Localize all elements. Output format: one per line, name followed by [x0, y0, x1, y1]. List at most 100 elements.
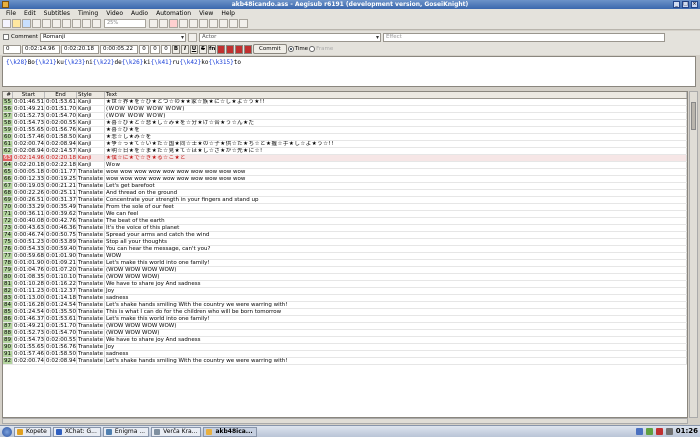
table-row[interactable]: 62 0:02:08.94 0:02:14.57 Kanji ★明☆日★を☆ま★た☆見★…	[3, 148, 687, 155]
table-row[interactable]: 89 0:01:54.73 0:02:00.55 Translate We have t…	[3, 337, 687, 344]
strikeout-button[interactable]: S	[199, 44, 207, 54]
end-time-field[interactable]: 0:02:20.18	[61, 44, 99, 54]
table-row[interactable]: 82 0:01:11.23 0:01:12.37 Translate Joy	[3, 288, 687, 295]
commit-button[interactable]: Commit	[253, 44, 287, 54]
margin-vertical-field[interactable]: 0	[161, 44, 171, 54]
menu-timing[interactable]: Timing	[74, 9, 102, 18]
flag-icon[interactable]	[655, 428, 663, 435]
table-row[interactable]: 73 0:00:43.63 0:00:46.36 Translate It's the …	[3, 225, 687, 232]
table-row[interactable]: 72 0:00:40.08 0:00:42.76 Translate The beat …	[3, 218, 687, 225]
replace-icon[interactable]	[159, 19, 168, 28]
styles-manager-icon[interactable]	[169, 19, 178, 28]
table-row[interactable]: 60 0:01:57.46 0:01:58.50 Kanji ★悲☆し★み☆を	[3, 134, 687, 141]
start-time-field[interactable]: 0:02:14.96	[22, 44, 60, 54]
table-row[interactable]: 58 0:01:54.73 0:02:00.55 Kanji ★喜☆び★と☆悲★し☆み★…	[3, 120, 687, 127]
open-audio-icon[interactable]	[42, 19, 51, 28]
jump-icon[interactable]	[82, 19, 91, 28]
open-video-icon[interactable]	[32, 19, 41, 28]
header-style[interactable]: Style	[77, 92, 105, 98]
header-end[interactable]: End	[45, 92, 77, 98]
font-button[interactable]: fn	[208, 44, 216, 54]
menu-audio[interactable]: Audio	[127, 9, 152, 18]
shadow-color-button[interactable]	[244, 44, 252, 54]
new-file-icon[interactable]	[2, 19, 11, 28]
menu-view[interactable]: View	[195, 9, 217, 18]
menu-subtitles[interactable]: Subtitles	[40, 9, 74, 18]
table-row[interactable]: 84 0:01:16.28 0:01:24.54 Translate Let's sha…	[3, 302, 687, 309]
table-row[interactable]: 83 0:01:13.00 0:01:14.18 Translate sadness	[3, 295, 687, 302]
secondary-color-button[interactable]	[226, 44, 234, 54]
actor-select[interactable]: Actor	[198, 32, 381, 42]
table-row[interactable]: 91 0:01:57.46 0:01:58.50 Translate sadness	[3, 351, 687, 358]
table-row[interactable]: 74 0:00:46.74 0:00:50.75 Translate Spread yo…	[3, 232, 687, 239]
taskbar-button[interactable]: Verča Kra...	[151, 426, 202, 437]
table-row[interactable]: 90 0:01:55.65 0:01:56.76 Translate Joy	[3, 344, 687, 351]
header-number[interactable]: #	[3, 92, 13, 98]
grid-vertical-scrollbar[interactable]	[689, 91, 698, 418]
comment-checkbox[interactable]	[3, 34, 9, 40]
table-row[interactable]: 64 0:02:20.18 0:02:22.18 Kanji Wow	[3, 162, 687, 169]
updates-icon[interactable]	[645, 428, 653, 435]
table-row[interactable]: 75 0:00:51.23 0:00:53.89 Translate Stop all …	[3, 239, 687, 246]
table-row[interactable]: 70 0:00:33.29 0:00:35.49 Translate From the …	[3, 204, 687, 211]
table-row[interactable]: 69 0:00:26.51 0:00:31.37 Translate Concentra…	[3, 197, 687, 204]
kanji-timer-icon[interactable]	[189, 19, 198, 28]
table-row[interactable]: 66 0:00:12.33 0:00:19.25 Translate wow wow w…	[3, 176, 687, 183]
layer-field[interactable]: 0	[3, 44, 21, 54]
fonts-collector-icon[interactable]	[72, 19, 81, 28]
window-titlebar[interactable]: akb48icando.ass - Aegisub r6191 (develop…	[0, 0, 700, 9]
italic-button[interactable]: I	[181, 44, 189, 54]
table-row[interactable]: 76 0:00:54.33 0:00:59.40 Translate You can h…	[3, 246, 687, 253]
volume-icon[interactable]	[665, 428, 673, 435]
table-row[interactable]: 77 0:00:59.68 0:01:01.90 Translate WOW	[3, 253, 687, 260]
save-icon[interactable]	[22, 19, 31, 28]
table-row[interactable]: 68 0:00:22.26 0:00:25.11 Translate And threa…	[3, 190, 687, 197]
table-row-selected[interactable]: 63 0:02:14.96 0:02:20.18 Kanji ★僕☆に★で☆き★る☆こ★…	[3, 155, 687, 162]
header-start[interactable]: Start	[13, 92, 45, 98]
app-icon[interactable]	[2, 1, 9, 8]
table-row[interactable]: 57 0:01:52.73 0:01:54.70 Kanji (WOW WOW WOW)	[3, 113, 687, 120]
zoom-in-icon[interactable]	[92, 19, 101, 28]
menu-video[interactable]: Video	[102, 9, 127, 18]
properties-icon[interactable]	[52, 19, 61, 28]
subtitle-text-editor[interactable]: {\k28}Bo{\k21}ku{\k23}ni{\k22}de{\k26}ki…	[2, 56, 696, 87]
table-row[interactable]: 88 0:01:52.73 0:01:54.70 Translate (WOW WOW …	[3, 330, 687, 337]
table-row[interactable]: 59 0:01:55.65 0:01:56.76 Kanji ★喜☆び★を	[3, 127, 687, 134]
table-row[interactable]: 65 0:00:05.18 0:00:11.77 Translate wow wow w…	[3, 169, 687, 176]
table-row[interactable]: 87 0:01:49.21 0:01:51.70 Translate (WOW WOW …	[3, 323, 687, 330]
options-icon[interactable]	[219, 19, 228, 28]
grid-horizontal-scrollbar[interactable]	[2, 418, 688, 424]
zoom-select[interactable]: 25%	[104, 19, 146, 28]
scrollbar-thumb[interactable]	[691, 102, 696, 130]
resample-icon[interactable]	[199, 19, 208, 28]
frame-radio[interactable]	[309, 46, 316, 52]
table-row[interactable]: 61 0:02:00.74 0:02:08.94 Kanji ★争☆っ★て☆い★た☆国★…	[3, 141, 687, 148]
close-icon[interactable]: ×	[691, 1, 698, 8]
table-row[interactable]: 71 0:00:36.11 0:00:39.62 Translate We can fe…	[3, 211, 687, 218]
kde-menu-icon[interactable]	[2, 426, 12, 437]
duration-field[interactable]: 0:00:05.22	[100, 44, 138, 54]
effect-field[interactable]: Effect	[382, 32, 665, 42]
attachments-icon[interactable]	[62, 19, 71, 28]
table-row[interactable]: 55 0:01:46.51 0:01:53.61 Kanji ★世☆界★を☆ひ★とつ☆の…	[3, 99, 687, 106]
menu-file[interactable]: File	[2, 9, 20, 18]
clock[interactable]: 01:26	[676, 427, 698, 436]
table-row[interactable]: 79 0:01:04.76 0:01:07.20 Translate (WOW WOW …	[3, 267, 687, 274]
grid-tag-icon[interactable]	[229, 19, 238, 28]
grid-hide-tags-icon[interactable]	[239, 19, 248, 28]
margin-left-field[interactable]: 0	[139, 44, 149, 54]
spell-check-icon[interactable]	[209, 19, 218, 28]
table-row[interactable]: 80 0:01:08.35 0:01:10.10 Translate (WOW WOW …	[3, 274, 687, 281]
taskbar-button[interactable]: Kopete	[14, 426, 51, 437]
table-row[interactable]: 78 0:01:01.90 0:01:09.21 Translate Let's mak…	[3, 260, 687, 267]
style-select[interactable]: Romanji	[39, 32, 186, 42]
taskbar-button[interactable]: XChat: G...	[52, 426, 101, 437]
table-row[interactable]: 56 0:01:49.21 0:01:51.70 Kanji (WOW WOW WOW …	[3, 106, 687, 113]
maximize-icon[interactable]: □	[682, 1, 689, 8]
timing-post-processor-icon[interactable]	[179, 19, 188, 28]
taskbar-button[interactable]: Enigma ...	[102, 426, 150, 437]
table-row[interactable]: 85 0:01:24.54 0:01:35.50 Translate This is w…	[3, 309, 687, 316]
open-file-icon[interactable]	[12, 19, 21, 28]
table-row[interactable]: 81 0:01:10.28 0:01:16.22 Translate We have t…	[3, 281, 687, 288]
menu-edit[interactable]: Edit	[20, 9, 40, 18]
